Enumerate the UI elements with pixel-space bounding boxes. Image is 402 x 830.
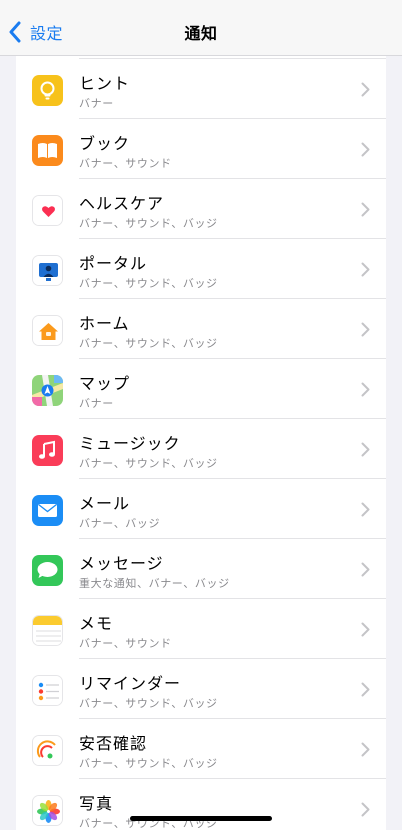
list-item[interactable]: 安否確認 バナー、サウンド、バッジ [16,719,386,779]
chevron-right-icon [361,82,370,97]
item-subtitle: バナー、サウンド、バッジ [79,757,218,770]
books-icon [32,135,63,166]
mail-icon [32,495,63,526]
reminders-icon [32,675,63,706]
item-title: ヒント [79,74,131,93]
tips-icon [32,75,63,106]
item-subtitle: バナー、バッジ [79,517,161,530]
list-item[interactable]: メール バナー、バッジ [16,479,386,539]
item-subtitle: バナー、サウンド、バッジ [79,277,218,290]
chevron-right-icon [361,142,370,157]
item-title: ブック [79,134,131,153]
chevron-right-icon [361,442,370,457]
item-title: ミュージック [79,434,181,453]
list-item[interactable]: ヘルスケア バナー、サウンド、バッジ [16,179,386,239]
list-item[interactable]: ポータル バナー、サウンド、バッジ [16,239,386,299]
app-notification-list: ヒント バナー ブック バナー、サウンド ヘルスケア バナー、サウンド、バッジ [16,56,386,830]
chevron-right-icon [361,622,370,637]
chevron-right-icon [361,382,370,397]
list-item[interactable]: ホーム バナー、サウンド、バッジ [16,299,386,359]
item-subtitle: バナー [79,397,114,410]
item-title: マップ [79,374,131,393]
chevron-right-icon [361,502,370,517]
item-title: 写真 [79,794,114,813]
maps-icon [32,375,63,406]
item-title: 安否確認 [79,734,148,753]
item-title: メッセージ [79,554,164,573]
chevron-right-icon [361,202,370,217]
item-subtitle: バナー、サウンド、バッジ [79,337,218,350]
page-title: 通知 [184,24,218,43]
chevron-right-icon [361,562,370,577]
item-title: ポータル [79,254,148,273]
item-subtitle: 重大な通知、バナー、バッジ [79,577,230,590]
chevron-right-icon [361,682,370,697]
home-indicator[interactable] [130,816,272,821]
health-icon [32,195,63,226]
music-icon [32,435,63,466]
item-subtitle: バナー、サウンド、バッジ [79,457,218,470]
item-subtitle: バナー、サウンド、バッジ [79,697,218,710]
item-title: メール [79,494,131,513]
home-icon [32,315,63,346]
item-title: リマインダー [79,674,182,693]
notes-icon [32,615,63,646]
chevron-right-icon [361,742,370,757]
chevron-right-icon [361,322,370,337]
safety-check-icon [32,735,63,766]
item-title: ホーム [79,314,130,333]
item-subtitle: バナー、サウンド、バッジ [79,217,218,230]
navigation-bar: 設定 通知 [0,0,402,56]
list-item[interactable]: リマインダー バナー、サウンド、バッジ [16,659,386,719]
list-item[interactable]: ヒント バナー [16,59,386,119]
list-item[interactable]: 写真 バナー、サウンド、バッジ [16,779,386,830]
list-item[interactable]: マップ バナー [16,359,386,419]
item-subtitle: バナー、サウンド [79,157,172,170]
list-item[interactable]: ミュージック バナー、サウンド、バッジ [16,419,386,479]
item-title: ヘルスケア [79,194,165,213]
item-subtitle: バナー [79,97,114,110]
item-title: メモ [79,614,114,633]
list-item[interactable]: メモ バナー、サウンド [16,599,386,659]
portal-icon [32,255,63,286]
item-subtitle: バナー、サウンド [79,637,172,650]
chevron-right-icon [361,802,370,817]
list-item[interactable]: ブック バナー、サウンド [16,119,386,179]
chevron-right-icon [361,262,370,277]
list-item[interactable]: メッセージ 重大な通知、バナー、バッジ [16,539,386,599]
photos-icon [32,795,63,826]
messages-icon [32,555,63,586]
